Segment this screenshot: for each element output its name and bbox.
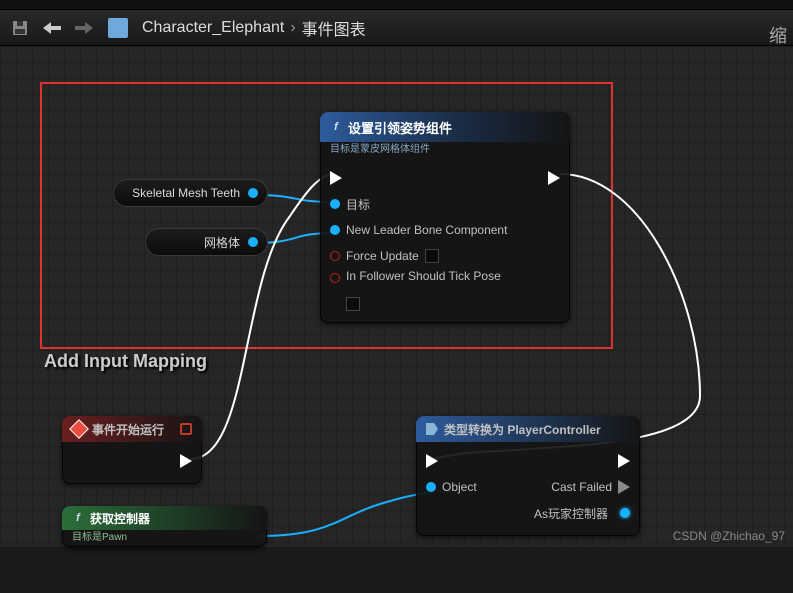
var-mesh-label: 网格体 [204, 234, 240, 251]
exec-out-pin[interactable] [548, 171, 560, 185]
node-header[interactable]: f 设置引领姿势组件 [320, 112, 570, 142]
var-mesh-pin[interactable] [248, 237, 258, 247]
node-title: 事件开始运行 [92, 421, 164, 438]
breadcrumb-graph[interactable]: 事件图表 [296, 16, 372, 40]
object-label: Object [442, 480, 477, 494]
node-header[interactable]: f 获取控制器 [62, 506, 267, 530]
var-mesh[interactable]: 网格体 [145, 228, 268, 256]
exec-out-pin[interactable] [618, 454, 630, 468]
function-icon: f [72, 512, 84, 524]
force-label: Force Update [346, 249, 419, 263]
newleader-pin[interactable] [330, 225, 340, 235]
var-teeth[interactable]: Skeletal Mesh Teeth [113, 179, 268, 207]
force-checkbox[interactable] [425, 249, 439, 263]
tick-checkbox[interactable] [346, 297, 360, 311]
exec-in-pin[interactable] [330, 171, 342, 185]
watermark: CSDN @Zhichao_97 [673, 529, 785, 543]
node-title: 获取控制器 [90, 510, 150, 527]
as-label: As玩家控制器 [534, 505, 608, 522]
zoom-label: 缩 [769, 22, 787, 48]
target-label: 目标 [346, 196, 370, 213]
fail-label: Cast Failed [551, 480, 612, 494]
back-button[interactable] [38, 14, 66, 42]
object-pin[interactable] [426, 482, 436, 492]
fail-exec-pin[interactable] [618, 480, 630, 494]
toolbar: Character_Elephant › 事件图表 [0, 10, 793, 46]
node-beginplay[interactable]: 事件开始运行 [62, 416, 202, 484]
exec-in-pin[interactable] [426, 454, 438, 468]
cast-icon [426, 423, 438, 435]
node-subtitle: 目标是蒙皮网格体组件 [320, 140, 570, 155]
force-pin[interactable] [330, 251, 340, 261]
node-cast[interactable]: 类型转换为 PlayerController Object Cast Faile… [416, 416, 640, 536]
node-title: 设置引领姿势组件 [348, 118, 452, 137]
section-label: Add Input Mapping [44, 351, 207, 372]
exec-out-pin[interactable] [180, 454, 192, 468]
target-pin[interactable] [330, 199, 340, 209]
tick-label: In Follower Should Tick Pose [346, 269, 501, 283]
stop-icon [180, 423, 192, 435]
as-pin[interactable] [620, 508, 630, 518]
node-set-leader[interactable]: f 设置引领姿势组件 目标是蒙皮网格体组件 目标 New Leader Bone… [320, 112, 570, 323]
save-icon[interactable] [6, 14, 34, 42]
node-header[interactable]: 类型转换为 PlayerController [416, 416, 640, 442]
node-getcontroller[interactable]: f 获取控制器 目标是Pawn [62, 506, 267, 547]
newleader-label: New Leader Bone Component [346, 223, 507, 237]
breadcrumb-root[interactable]: Character_Elephant [136, 19, 290, 37]
event-icon [69, 419, 89, 439]
function-icon: f [330, 121, 342, 133]
graph-canvas[interactable]: Add Input Mapping f 设置引领姿势组件 目标是蒙皮网格体组件 … [0, 46, 793, 547]
blueprint-icon [108, 18, 128, 38]
forward-button[interactable] [70, 14, 98, 42]
node-subtitle: 目标是Pawn [62, 528, 267, 543]
var-teeth-label: Skeletal Mesh Teeth [132, 186, 240, 200]
node-title: 类型转换为 PlayerController [444, 421, 601, 438]
var-teeth-pin[interactable] [248, 188, 258, 198]
node-header[interactable]: 事件开始运行 [62, 416, 202, 442]
tick-pin[interactable] [330, 273, 340, 283]
